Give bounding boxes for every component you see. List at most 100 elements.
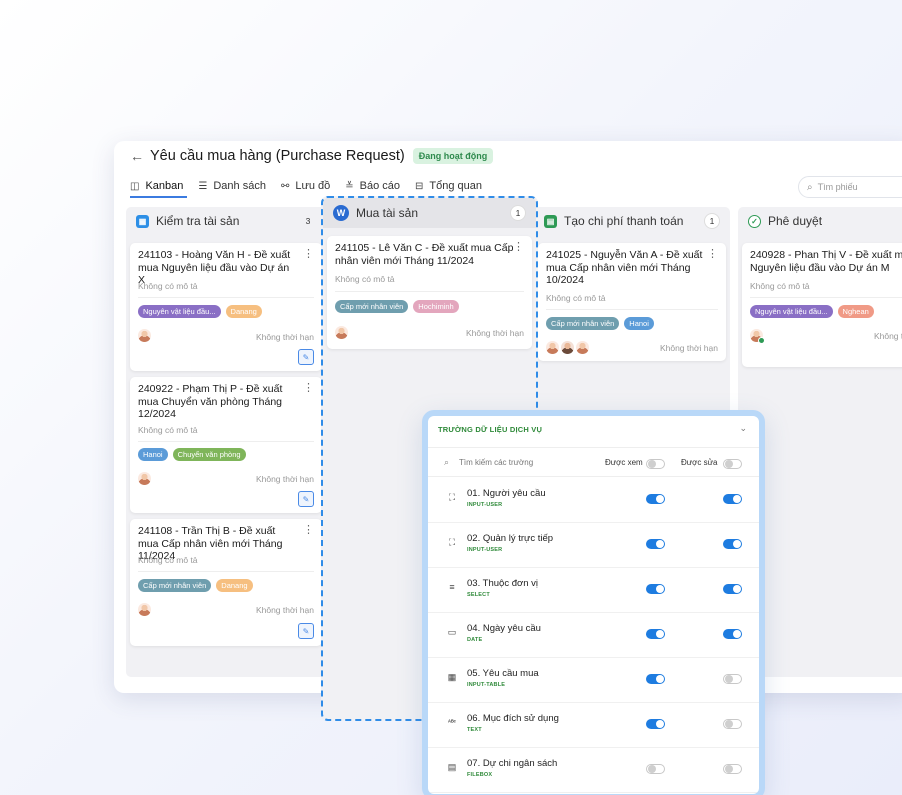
tag: Cấp mới nhân viên xyxy=(335,300,409,313)
toggle-view[interactable] xyxy=(646,764,665,774)
card-title: 241105 - Lê Văn C - Đề xuất mua Cấp nhân… xyxy=(335,242,514,267)
field-name: 04. Ngày yêu cầu xyxy=(467,623,541,634)
tab-luu-do[interactable]: ⚯ Lưu đồ xyxy=(281,177,330,195)
field-row: ▤ 07. Dự chi ngân sách FILEBOX xyxy=(428,748,759,793)
toggle-view[interactable] xyxy=(646,674,665,684)
card-tags: Cấp mới nhân viên Hochiminh xyxy=(335,300,464,313)
column-header: ▤ Tạo chi phí thanh toán 1 xyxy=(534,207,730,235)
column-count: 3 xyxy=(305,216,311,226)
user-scan-icon: ⛶ xyxy=(448,537,456,547)
card-description: Không có mô tả xyxy=(546,293,606,303)
word-icon: W xyxy=(333,205,349,221)
assignees xyxy=(138,329,153,342)
form-icon[interactable]: ✎ xyxy=(298,623,314,639)
view-tabs: ◫ Kanban ☰ Danh sách ⚯ Lưu đồ ≚ Báo cáo … xyxy=(130,177,497,198)
toggle-view[interactable] xyxy=(646,629,665,639)
toggle-view[interactable] xyxy=(646,719,665,729)
chevron-down-icon[interactable]: ⌄ xyxy=(739,423,747,434)
form-icon[interactable]: ✎ xyxy=(298,349,314,365)
avatar xyxy=(138,329,151,342)
card-tags: Hanoi Chuyển văn phòng xyxy=(138,448,251,461)
tab-label: Danh sách xyxy=(213,180,266,192)
field-row: ▭ 04. Ngày yêu cầu DATE xyxy=(428,613,759,658)
flow-icon: ⚯ xyxy=(280,180,290,192)
form-icon[interactable]: ✎ xyxy=(298,491,314,507)
column-title: Tạo chi phí thanh toán xyxy=(564,214,684,228)
ticket-card[interactable]: 241105 - Lê Văn C - Đề xuất mua Cấp nhân… xyxy=(327,236,532,349)
column-count: 1 xyxy=(704,213,720,229)
toggle-view[interactable] xyxy=(646,494,665,504)
card-description: Không có mô tả xyxy=(138,281,198,291)
arrow-left-icon[interactable]: ← xyxy=(130,148,148,164)
ticket-card[interactable]: 240922 - Phạm Thị P - Đề xuất mua Chuyển… xyxy=(130,377,322,513)
toggle-edit[interactable] xyxy=(723,764,742,774)
toggle-view[interactable] xyxy=(646,584,665,594)
column-header: ▦ Kiểm tra tài sản 3 xyxy=(126,207,326,235)
column-header: ✓ Phê duyệt xyxy=(738,207,902,235)
tag: Cấp mới nhân viên xyxy=(138,579,212,592)
tab-danh-sach[interactable]: ☰ Danh sách xyxy=(198,177,266,195)
more-icon[interactable]: ⋮ xyxy=(303,247,314,260)
avatar xyxy=(750,329,765,344)
toggle-view[interactable] xyxy=(646,539,665,549)
card-tags: Cấp mới nhân viên Hanoi xyxy=(546,317,659,330)
page-title: Yêu cầu mua hàng (Purchase Request) xyxy=(150,148,405,164)
more-icon[interactable]: ⋮ xyxy=(707,247,718,260)
toggle-view-all[interactable] xyxy=(646,459,665,469)
more-icon[interactable]: ⋮ xyxy=(303,381,314,394)
calendar-icon: ▦ xyxy=(136,214,149,228)
toggle-edit[interactable] xyxy=(723,629,742,639)
check-circle-icon: ✓ xyxy=(748,214,761,228)
divider xyxy=(138,297,314,298)
tag: Nghean xyxy=(837,305,874,318)
tab-bao-cao[interactable]: ≚ Báo cáo xyxy=(345,177,400,195)
divider xyxy=(138,441,314,442)
card-description: Không có mô tả xyxy=(750,281,810,291)
column-kiem-tra-tai-san: ▦ Kiểm tra tài sản 3 241103 - Hoàng Văn … xyxy=(126,207,326,677)
toggle-edit[interactable] xyxy=(723,584,742,594)
ticket-search[interactable]: ⌕ Tìm phiếu xyxy=(798,176,902,198)
field-row: ▦ 05. Yêu cầu mua INPUT-TABLE xyxy=(428,658,759,703)
tab-label: Lưu đồ xyxy=(295,180,331,192)
tab-kanban[interactable]: ◫ Kanban xyxy=(130,177,188,198)
toggle-edit[interactable] xyxy=(723,539,742,549)
more-icon[interactable]: ⋮ xyxy=(513,240,524,253)
card-tags: Nguyên vật liệu đầu... Danang xyxy=(138,305,267,318)
toggle-edit-all[interactable] xyxy=(723,459,742,469)
ticket-card[interactable]: 241025 - Nguyễn Văn A - Đề xuất mua Cấp … xyxy=(538,243,726,361)
text-icon: ᴬᴮᶜ xyxy=(448,720,456,726)
field-name: 05. Yêu cầu mua xyxy=(467,668,539,679)
deadline: Không thời hạn xyxy=(255,332,314,342)
avatar xyxy=(138,472,151,485)
page-header: ← Yêu cầu mua hàng (Purchase Request) Đa… xyxy=(130,148,494,164)
deadline: Không thời hạn xyxy=(255,474,314,484)
deadline: Không thời hạn xyxy=(873,331,902,341)
tab-tong-quan[interactable]: ⊟ Tổng quan xyxy=(415,177,482,195)
deadline: Không thời hạn xyxy=(465,328,524,338)
panel-search-row: ⌕ Tìm kiếm các trường Được xem Được sửa xyxy=(428,447,759,477)
assignees xyxy=(546,341,591,354)
ticket-card[interactable]: 240928 - Phan Thị V - Đề xuất mua Nguyên… xyxy=(742,243,902,367)
avatar xyxy=(335,326,348,339)
toggle-edit[interactable] xyxy=(723,674,742,684)
field-type: INPUT-TABLE xyxy=(467,682,506,688)
more-icon[interactable]: ⋮ xyxy=(303,523,314,536)
divider xyxy=(138,571,314,572)
report-icon: ≚ xyxy=(345,180,354,192)
field-search-input[interactable]: Tìm kiếm các trường xyxy=(459,458,533,467)
field-row: ≡ 03. Thuộc đơn vị SELECT xyxy=(428,568,759,613)
toggle-edit[interactable] xyxy=(723,719,742,729)
column-header: W Mua tài sản 1 xyxy=(323,198,536,228)
ticket-card[interactable]: 241108 - Trần Thị B - Đề xuất mua Cấp nh… xyxy=(130,519,322,646)
service-fields-panel: TRƯỜNG DỮ LIỆU DỊCH VỤ ⌄ ⌕ Tìm kiếm các … xyxy=(422,410,765,795)
deadline: Không thời hạn xyxy=(255,605,314,615)
toggle-edit[interactable] xyxy=(723,494,742,504)
list-icon: ☰ xyxy=(198,180,208,192)
field-type: INPUT-USER xyxy=(467,502,503,508)
card-description: Không có mô tả xyxy=(335,274,395,284)
field-row: ᴬᴮᶜ 06. Mục đích sử dụng TEXT xyxy=(428,703,759,748)
ticket-card[interactable]: 241103 - Hoàng Văn H - Đề xuất mua Nguyê… xyxy=(130,243,322,371)
field-name: 07. Dự chi ngân sách xyxy=(467,758,558,769)
field-name: 06. Mục đích sử dụng xyxy=(467,713,559,724)
field-type: SELECT xyxy=(467,592,490,598)
